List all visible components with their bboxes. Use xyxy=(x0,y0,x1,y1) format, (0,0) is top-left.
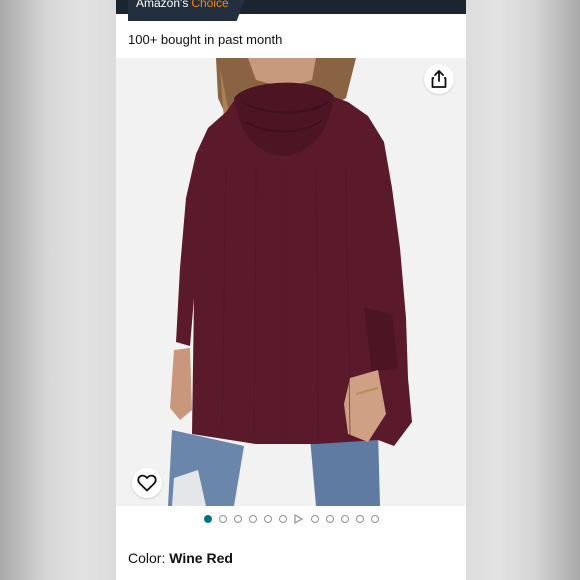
product-image-gallery[interactable] xyxy=(116,58,466,506)
gallery-dot[interactable] xyxy=(355,515,364,523)
badge-label: Amazon's xyxy=(136,0,189,10)
product-page: Amazon's Choice 100+ bought in past month xyxy=(116,0,466,580)
amazons-choice-badge: Amazon's Choice xyxy=(128,0,245,21)
badge-choice-label: Choice xyxy=(191,0,229,10)
gallery-dot[interactable] xyxy=(278,515,287,523)
play-icon xyxy=(294,514,303,524)
color-label: Color: xyxy=(128,550,166,566)
heart-icon xyxy=(137,474,157,492)
share-icon xyxy=(431,70,447,88)
gallery-dot[interactable] xyxy=(248,515,257,523)
gallery-dot[interactable] xyxy=(325,515,334,523)
gallery-dot[interactable] xyxy=(310,515,319,523)
product-image xyxy=(168,58,412,506)
bought-in-past-month: 100+ bought in past month xyxy=(128,32,283,47)
share-button[interactable] xyxy=(424,64,454,94)
gallery-dot[interactable] xyxy=(340,515,349,523)
gallery-dot[interactable] xyxy=(263,515,272,523)
gallery-dot[interactable] xyxy=(370,515,379,523)
color-value: Wine Red xyxy=(169,550,233,566)
add-to-wishlist-button[interactable] xyxy=(132,468,162,498)
gallery-video-indicator[interactable] xyxy=(294,514,304,524)
gallery-dot[interactable] xyxy=(218,515,227,523)
color-selection: Color: Wine Red xyxy=(128,550,233,566)
gallery-pagination xyxy=(116,510,466,528)
gallery-dot[interactable] xyxy=(203,515,212,523)
gallery-dot[interactable] xyxy=(233,515,242,523)
